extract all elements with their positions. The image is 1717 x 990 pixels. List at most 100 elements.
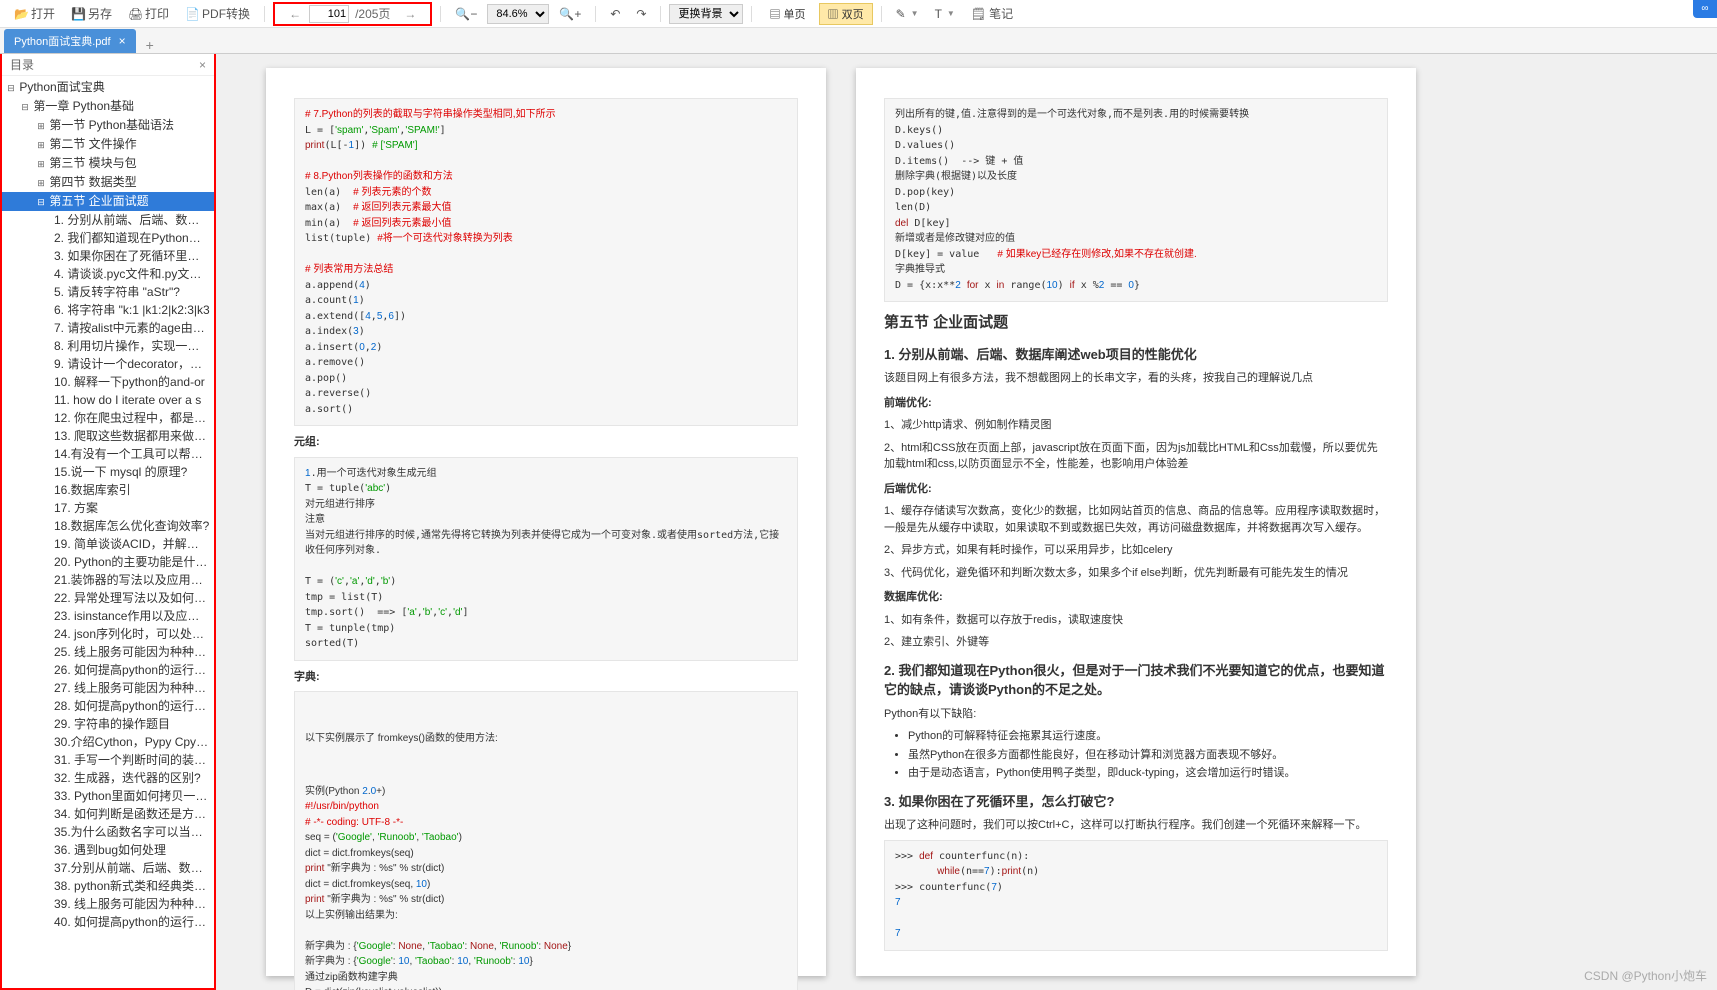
- prev-page-button[interactable]: ←: [281, 7, 309, 21]
- toc-section[interactable]: ⊞ 第四节 数据类型: [2, 173, 214, 192]
- toc-item[interactable]: 10. 解释一下python的and-or: [2, 373, 214, 391]
- document-tab[interactable]: Python面试宝典.pdf ×: [4, 29, 136, 53]
- toc-item[interactable]: 31. 手写一个判断时间的装饰器: [2, 751, 214, 769]
- toc-item[interactable]: 29. 字符串的操作题目: [2, 715, 214, 733]
- print-icon: 🖨: [128, 7, 142, 21]
- toc-item[interactable]: 15.说一下 mysql 的原理?: [2, 463, 214, 481]
- paragraph: Python有以下缺陷:: [884, 706, 1388, 723]
- paragraph: 3、代码优化，避免循环和判断次数太多，如果多个if else判断，优先判断最有可…: [884, 565, 1388, 582]
- toc-item[interactable]: 20. Python的主要功能是什么?: [2, 553, 214, 571]
- code-block: 列出所有的键,值.注意得到的是一个可迭代对象,而不是列表.用的时候需要转换 D.…: [884, 98, 1388, 302]
- rotate-right-button[interactable]: ↷: [630, 5, 652, 23]
- single-page-button[interactable]: ▤ 单页: [760, 3, 814, 25]
- section-heading: 第五节 企业面试题: [884, 312, 1388, 335]
- toc-item[interactable]: 33. Python里面如何拷贝一个对: [2, 787, 214, 805]
- page-navigation: ← /205页 →: [273, 2, 432, 26]
- zoom-out-button[interactable]: 🔍−: [449, 5, 483, 23]
- toc-item[interactable]: 16.数据库索引: [2, 481, 214, 499]
- toc-item[interactable]: 19. 简单谈谈ACID，并解释每一: [2, 535, 214, 553]
- toc-item[interactable]: 23. isinstance作用以及应用场: [2, 607, 214, 625]
- bullet-list: Python的可解释特征会拖累其运行速度。 虽然Python在很多方面都性能良好…: [908, 728, 1388, 782]
- toc-item[interactable]: 27. 线上服务可能因为种种原因: [2, 679, 214, 697]
- toc-section[interactable]: ⊞ 第二节 文件操作: [2, 135, 214, 154]
- paragraph: 出现了这种问题时，我们可以按Ctrl+C，这样可以打断执行程序。我们创建一个死循…: [884, 817, 1388, 834]
- toc-item[interactable]: 25. 线上服务可能因为种种原因: [2, 643, 214, 661]
- toc-item[interactable]: 24. json序列化时，可以处理的: [2, 625, 214, 643]
- save-as-button[interactable]: 💾另存: [65, 3, 118, 24]
- toc-item[interactable]: 8. 利用切片操作，实现一个trim: [2, 337, 214, 355]
- sidebar: 目录 × ⊟ Python面试宝典 ⊟ 第一章 Python基础 ⊞ 第一节 P…: [0, 54, 216, 990]
- subheading: 元组:: [294, 434, 798, 451]
- page-viewport[interactable]: # 7.Python的列表的截取与字符串操作类型相同,如下所示 L = ['sp…: [216, 54, 1717, 990]
- toc-item[interactable]: 37.分别从前端、后端、数据库: [2, 859, 214, 877]
- paragraph: 2、html和CSS放在页面上部，javascript放在页面下面，因为js加载…: [884, 440, 1388, 473]
- toc-item[interactable]: 13. 爬取这些数据都用来做什么: [2, 427, 214, 445]
- main-toolbar: 📂打开 💾另存 🖨打印 📄PDF转换 ← /205页 → 🔍− 84.6% 🔍+…: [0, 0, 1717, 28]
- background-select[interactable]: 更换背景: [669, 4, 743, 24]
- zoom-select[interactable]: 84.6%: [487, 4, 549, 24]
- highlight-button[interactable]: ✎▼: [890, 5, 925, 23]
- toc-item[interactable]: 12. 你在爬虫过程中，都是怎么: [2, 409, 214, 427]
- toc-item[interactable]: 4. 请谈谈.pyc文件和.py文件的: [2, 265, 214, 283]
- toc-item[interactable]: 14.有没有一个工具可以帮助查: [2, 445, 214, 463]
- open-button[interactable]: 📂打开: [8, 3, 61, 24]
- note-button[interactable]: 🗒 笔记: [965, 3, 1019, 24]
- toc-item[interactable]: 38. python新式类和经典类的区: [2, 877, 214, 895]
- toc-item[interactable]: 35.为什么函数名字可以当做参: [2, 823, 214, 841]
- toc-item[interactable]: 11. how do I iterate over a s: [2, 391, 214, 409]
- convert-icon: 📄: [185, 7, 199, 21]
- toc-item[interactable]: 17. 方案: [2, 499, 214, 517]
- toc-item[interactable]: 28. 如何提高python的运行效率: [2, 697, 214, 715]
- text-tool-button[interactable]: T▼: [929, 5, 961, 23]
- toc-item[interactable]: 9. 请设计一个decorator，它可: [2, 355, 214, 373]
- list-item: 由于是动态语言，Python使用鸭子类型，即duck-typing，这会增加运行…: [908, 765, 1388, 782]
- separator: [751, 6, 752, 22]
- next-page-button[interactable]: →: [396, 7, 424, 21]
- double-page-button[interactable]: ▥ 双页: [819, 3, 873, 25]
- zoom-in-button[interactable]: 🔍+: [553, 5, 587, 23]
- main-area: 目录 × ⊟ Python面试宝典 ⊟ 第一章 Python基础 ⊞ 第一节 P…: [0, 54, 1717, 990]
- sidebar-title: 目录: [10, 56, 34, 73]
- toc-item[interactable]: 3. 如果你困在了死循环里，怎么: [2, 247, 214, 265]
- toc-item[interactable]: 40. 如何提高python的运行效率: [2, 913, 214, 931]
- question-heading: 2. 我们都知道现在Python很火，但是对于一门技术我们不光要知道它的优点，也…: [884, 661, 1388, 700]
- pdf-convert-button[interactable]: 📄PDF转换: [179, 3, 256, 24]
- paragraph: 1、如有条件，数据可以存放于redis，读取速度快: [884, 612, 1388, 629]
- tab-close-button[interactable]: ×: [119, 34, 126, 48]
- separator: [881, 6, 882, 22]
- toc-chapter[interactable]: ⊟ 第一章 Python基础: [2, 97, 214, 116]
- toc-item[interactable]: 34. 如何判断是函数还是方法?: [2, 805, 214, 823]
- sidebar-close-button[interactable]: ×: [199, 58, 206, 72]
- cloud-sync-icon[interactable]: ∞: [1693, 0, 1717, 18]
- list-item: Python的可解释特征会拖累其运行速度。: [908, 728, 1388, 745]
- new-tab-button[interactable]: +: [136, 37, 164, 53]
- rotate-left-button[interactable]: ↶: [604, 5, 626, 23]
- toc-item[interactable]: 32. 生成器，迭代器的区别?: [2, 769, 214, 787]
- folder-icon: 📂: [14, 7, 28, 21]
- toc-tree[interactable]: ⊟ Python面试宝典 ⊟ 第一章 Python基础 ⊞ 第一节 Python…: [2, 76, 214, 988]
- toc-item[interactable]: 5. 请反转字符串 "aStr"?: [2, 283, 214, 301]
- toc-root-node[interactable]: ⊟ Python面试宝典: [2, 78, 214, 97]
- print-button[interactable]: 🖨打印: [122, 3, 175, 24]
- toc-section-selected[interactable]: ⊟ 第五节 企业面试题: [2, 192, 214, 211]
- toc-section[interactable]: ⊞ 第三节 模块与包: [2, 154, 214, 173]
- separator: [595, 6, 596, 22]
- toc-item[interactable]: 7. 请按alist中元素的age由大到: [2, 319, 214, 337]
- toc-item[interactable]: 26. 如何提高python的运行效率: [2, 661, 214, 679]
- subheading: 后端优化:: [884, 481, 1388, 498]
- toc-item[interactable]: 30.介绍Cython，Pypy Cpython: [2, 733, 214, 751]
- tab-bar: Python面试宝典.pdf × +: [0, 28, 1717, 54]
- page-number-input[interactable]: [309, 5, 349, 23]
- toc-item[interactable]: 21.装饰器的写法以及应用场景: [2, 571, 214, 589]
- toc-item[interactable]: 36. 遇到bug如何处理: [2, 841, 214, 859]
- toc-item[interactable]: 6. 将字符串 "k:1 |k1:2|k2:3|k3: [2, 301, 214, 319]
- toc-item[interactable]: 1. 分别从前端、后端、数据库阐: [2, 211, 214, 229]
- paragraph: 1、减少http请求、例如制作精灵图: [884, 417, 1388, 434]
- toc-item[interactable]: 22. 异常处理写法以及如何主动: [2, 589, 214, 607]
- toc-item[interactable]: 18.数据库怎么优化查询效率?: [2, 517, 214, 535]
- toc-item[interactable]: 39. 线上服务可能因为种种原因: [2, 895, 214, 913]
- page-left: # 7.Python的列表的截取与字符串操作类型相同,如下所示 L = ['sp…: [266, 68, 826, 976]
- toc-item[interactable]: 2. 我们都知道现在Python很火: [2, 229, 214, 247]
- question-heading: 3. 如果你困在了死循环里，怎么打破它?: [884, 792, 1388, 812]
- toc-section[interactable]: ⊞ 第一节 Python基础语法: [2, 116, 214, 135]
